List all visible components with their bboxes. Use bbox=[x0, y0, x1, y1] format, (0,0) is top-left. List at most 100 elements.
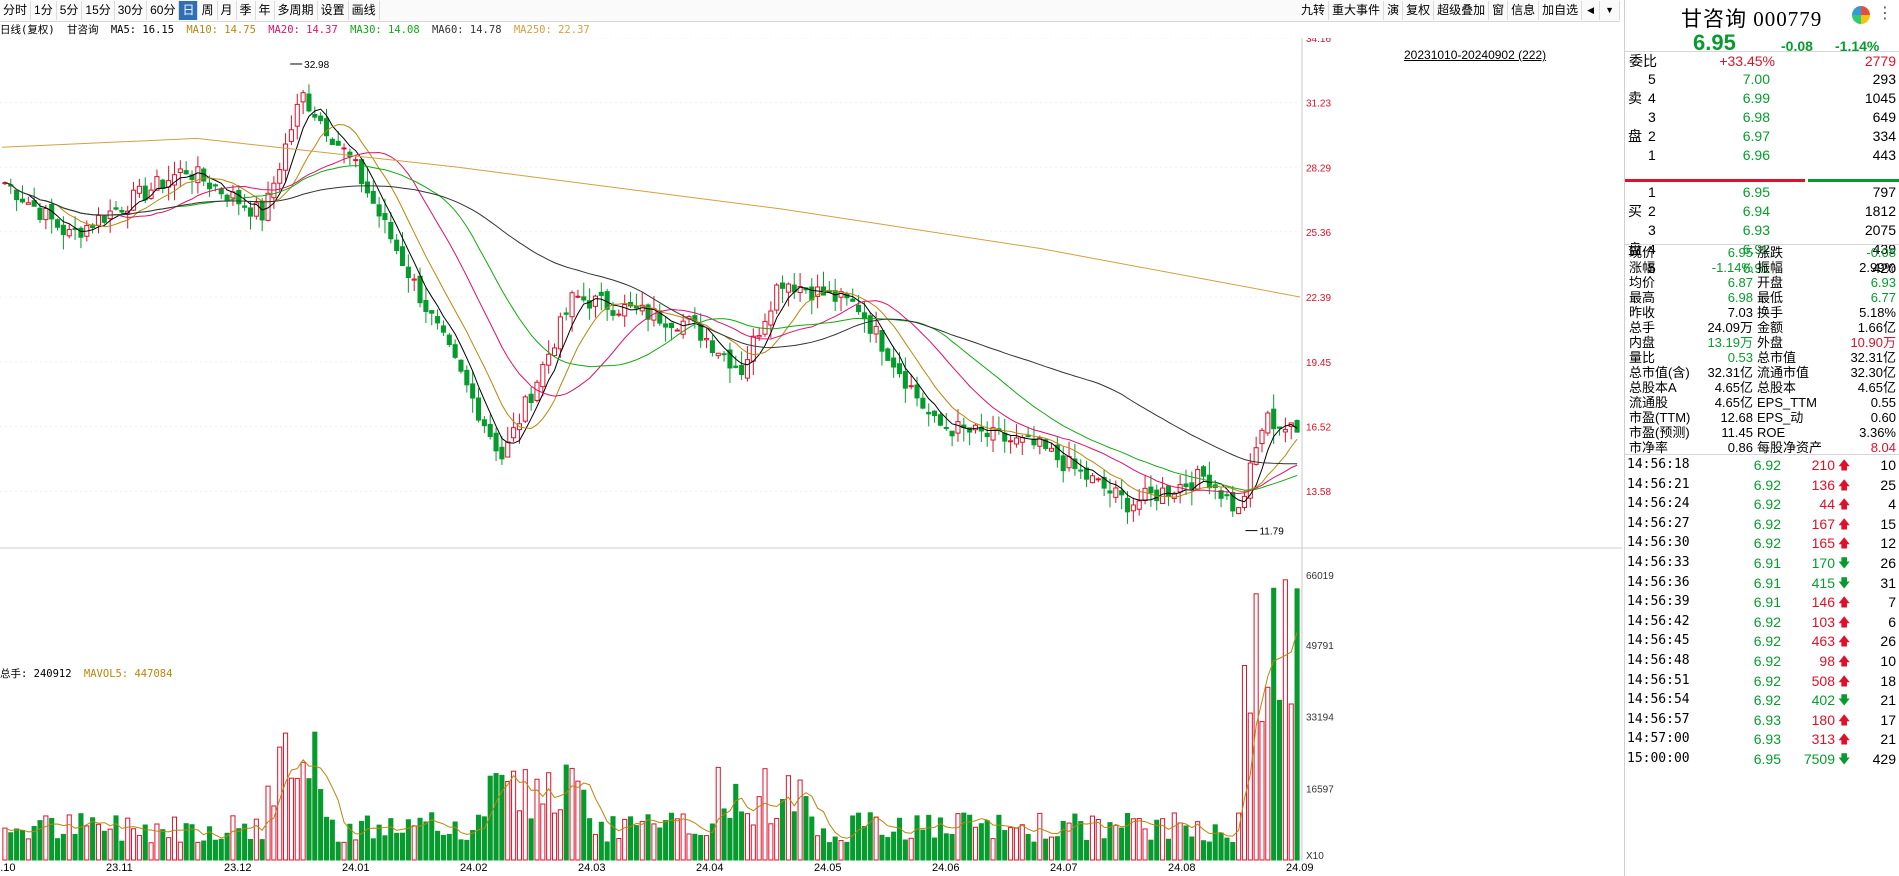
period-tab[interactable]: 15分 bbox=[82, 1, 115, 20]
y-tick-label: 28.29 bbox=[1306, 163, 1331, 174]
period-tab[interactable]: 60分 bbox=[147, 1, 180, 20]
period-tab[interactable]: 年 bbox=[256, 1, 275, 20]
candle-body bbox=[1025, 435, 1031, 438]
tool-button[interactable]: 超级叠加 bbox=[1434, 1, 1490, 20]
tick-row: 14:56:33 6.91 170 🡇 26 bbox=[1627, 555, 1896, 571]
candle-body bbox=[616, 313, 622, 316]
volume-bar bbox=[370, 838, 376, 861]
candle-body bbox=[1002, 432, 1008, 442]
candle-body bbox=[1130, 504, 1136, 512]
volume-bar bbox=[37, 820, 43, 861]
candle-body bbox=[780, 282, 786, 289]
volume-bar bbox=[902, 839, 908, 861]
candle-body bbox=[487, 423, 493, 438]
period-tab[interactable]: 月 bbox=[218, 1, 237, 20]
bid-ask-separator-red bbox=[1625, 179, 1805, 182]
volume-bar bbox=[879, 834, 885, 861]
volume-bar bbox=[72, 833, 78, 861]
period-tab[interactable]: 多周期 bbox=[275, 1, 318, 20]
volume-bar bbox=[2, 827, 8, 861]
stats-row: 市盈(TTM) 12.68 EPS_动 0.60 bbox=[1629, 410, 1896, 425]
period-tab[interactable]: 5分 bbox=[57, 1, 83, 20]
scroll-left-icon[interactable]: ◀ bbox=[1582, 1, 1601, 20]
candle-body bbox=[1282, 429, 1288, 433]
tick-row: 14:56:27 6.92 167 🡅 15 bbox=[1627, 515, 1896, 532]
period-tab[interactable]: 1分 bbox=[31, 1, 57, 20]
volume-bar bbox=[300, 761, 306, 861]
volume-bar bbox=[107, 828, 113, 861]
period-tab[interactable]: 画线 bbox=[349, 1, 380, 20]
volume-bar bbox=[25, 838, 31, 861]
dropdown-icon[interactable]: ▼ bbox=[1600, 1, 1620, 20]
volume-bar bbox=[1048, 836, 1055, 861]
volume-tick-label: 33194 bbox=[1306, 713, 1334, 724]
candle-body bbox=[329, 138, 335, 146]
volume-bar bbox=[949, 833, 955, 861]
volume-bar bbox=[259, 839, 265, 861]
tool-button[interactable]: 信息 bbox=[1508, 1, 1540, 20]
candle-body bbox=[25, 202, 31, 205]
candle-body bbox=[370, 190, 376, 204]
candle-body bbox=[744, 359, 751, 379]
volume-bar bbox=[511, 770, 517, 861]
menu-icon[interactable]: ⋮ bbox=[1877, 3, 1893, 23]
volume-bar bbox=[189, 824, 195, 861]
period-tab[interactable]: 日 bbox=[179, 1, 199, 20]
tick-row: 14:56:51 6.92 508 🡅 18 bbox=[1627, 672, 1896, 689]
volume-bar bbox=[803, 796, 809, 861]
volume-bar bbox=[1037, 812, 1043, 861]
candle-body bbox=[926, 411, 932, 415]
tool-button[interactable]: 加自选 bbox=[1539, 1, 1583, 20]
tool-button[interactable]: 复权 bbox=[1403, 1, 1435, 20]
volume-bar bbox=[288, 777, 294, 861]
candle-body bbox=[861, 312, 867, 320]
candle-body bbox=[674, 329, 680, 332]
quote-panel: 甘咨询 000779 ⋮ 6.95 -0.08 -1.14% 委比 +33.45%… bbox=[1624, 0, 1899, 876]
tool-button[interactable]: 重大事件 bbox=[1329, 1, 1385, 20]
volume-bar bbox=[873, 816, 879, 861]
volume-bar bbox=[1165, 838, 1171, 861]
stats-row: 内盘 13.19万 外盘 10.90万 bbox=[1629, 335, 1896, 350]
volume-bar bbox=[160, 829, 166, 861]
volume-bar bbox=[920, 829, 926, 861]
period-tab[interactable]: 季 bbox=[237, 1, 256, 20]
candle-body bbox=[1119, 490, 1125, 496]
tool-button[interactable]: 窗 bbox=[1489, 1, 1509, 20]
volume-bar bbox=[177, 841, 183, 861]
candle-body bbox=[499, 446, 505, 460]
candle-body bbox=[1165, 485, 1171, 497]
period-tab[interactable]: 分时 bbox=[0, 1, 32, 20]
volume-bar bbox=[820, 828, 827, 861]
candle-body bbox=[429, 310, 435, 314]
volume-bar bbox=[95, 823, 102, 861]
volume-bar bbox=[435, 830, 441, 861]
volume-bar bbox=[1288, 703, 1294, 861]
volume-bar bbox=[587, 818, 593, 861]
candle-body bbox=[411, 278, 417, 281]
candle-body bbox=[896, 363, 903, 375]
quote-header: 甘咨询 000779 ⋮ bbox=[1625, 0, 1899, 31]
volume-bar bbox=[464, 839, 470, 861]
period-tab[interactable]: 周 bbox=[198, 1, 218, 20]
tool-button[interactable]: 演 bbox=[1384, 1, 1404, 20]
candle-body bbox=[1089, 475, 1095, 484]
bid-ask-separator-green bbox=[1808, 179, 1899, 182]
volume-bar bbox=[1008, 827, 1014, 861]
x-tick-label: 24.04 bbox=[696, 862, 724, 874]
volume-bar bbox=[1025, 833, 1031, 861]
x-tick-label: 24.05 bbox=[814, 862, 842, 874]
volume-bar bbox=[528, 818, 534, 861]
tool-button[interactable]: 九转 bbox=[1298, 1, 1330, 20]
candle-body bbox=[1271, 408, 1277, 430]
volume-bar bbox=[1113, 824, 1119, 861]
period-tab[interactable]: 设置 bbox=[318, 1, 349, 20]
volume-bar bbox=[721, 808, 727, 861]
volume-bar bbox=[791, 811, 797, 861]
volume-bar bbox=[113, 815, 119, 861]
candle-body bbox=[1142, 487, 1148, 501]
ma60-value: MA60: 14.78 bbox=[431, 24, 502, 36]
candle-body bbox=[1183, 483, 1189, 488]
kline-chart[interactable]: 34.16 31.23 28.29 25.36 22.39 19.45 16.52 13.58… bbox=[0, 38, 1622, 861]
ma30-line bbox=[4, 165, 1298, 491]
period-tab[interactable]: 30分 bbox=[115, 1, 148, 20]
